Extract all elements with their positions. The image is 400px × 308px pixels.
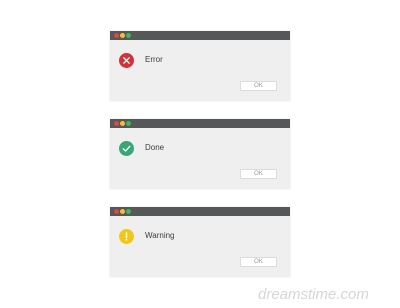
maximize-window-dot[interactable] [126, 33, 131, 38]
dialog-message: Warning [145, 231, 175, 240]
window-titlebar [110, 119, 290, 128]
warning-dialog-window: Warning OK [110, 207, 290, 277]
error-x-icon [119, 53, 134, 68]
window-titlebar [110, 31, 290, 40]
ok-button[interactable]: OK [240, 257, 277, 267]
minimize-window-dot[interactable] [120, 209, 125, 214]
watermark-text: dreamstime.com [258, 286, 369, 303]
exclamation-icon [119, 229, 134, 244]
maximize-window-dot[interactable] [126, 209, 131, 214]
ok-button[interactable]: OK [240, 169, 277, 179]
close-window-dot[interactable] [114, 33, 119, 38]
window-titlebar [110, 207, 290, 216]
dialog-message: Done [145, 143, 165, 152]
done-dialog-window: Done OK [110, 119, 290, 189]
minimize-window-dot[interactable] [120, 121, 125, 126]
dialog-message: Error [145, 55, 163, 64]
ok-button[interactable]: OK [240, 81, 277, 91]
close-window-dot[interactable] [114, 121, 119, 126]
close-window-dot[interactable] [114, 209, 119, 214]
error-dialog-window: Error OK [110, 31, 290, 101]
maximize-window-dot[interactable] [126, 121, 131, 126]
checkmark-icon [119, 141, 134, 156]
minimize-window-dot[interactable] [120, 33, 125, 38]
